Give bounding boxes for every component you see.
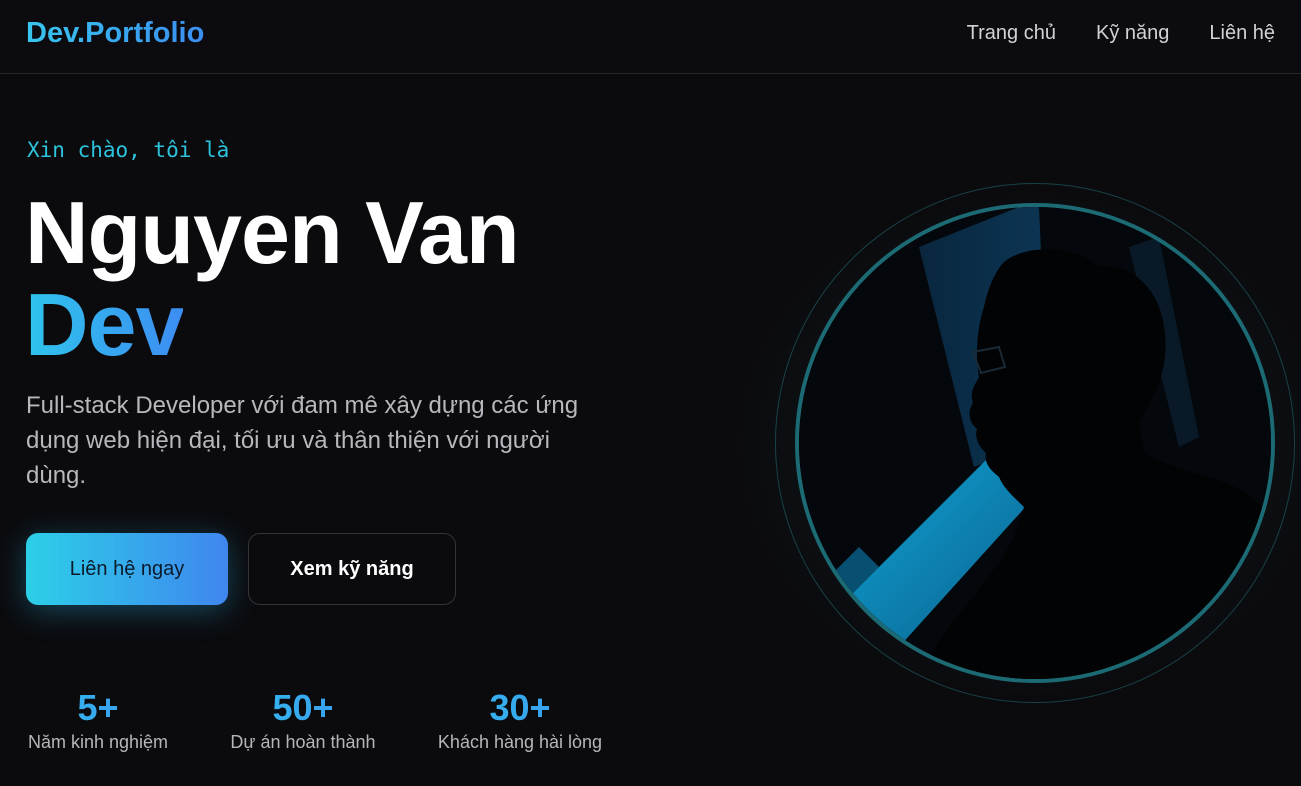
nav-links: Trang chủ Kỹ năng Liên hệ (967, 22, 1275, 45)
stat-experience: 5+ Năm kinh nghiệm (26, 686, 170, 753)
nav-link-skills[interactable]: Kỹ năng (1096, 22, 1169, 45)
stat-label: Khách hàng hài lòng (437, 732, 603, 752)
stat-projects: 50+ Dự án hoàn thành (229, 686, 377, 753)
nav-link-home[interactable]: Trang chủ (967, 22, 1056, 45)
developer-silhouette-icon (799, 207, 1271, 679)
stat-value: 50+ (229, 686, 377, 730)
developer-avatar-image (795, 203, 1275, 683)
hero-description: Full-stack Developer với đam mê xây dựng… (26, 392, 579, 489)
hero-name-highlight: Dev (25, 275, 184, 374)
stat-label: Năm kinh nghiệm (27, 732, 169, 752)
contact-now-button[interactable]: Liên hệ ngay (26, 533, 228, 605)
stat-value: 5+ (26, 686, 170, 730)
hero-name-first: Nguyen Van (25, 183, 520, 282)
navbar: Dev.Portfolio Trang chủ Kỹ năng Liên hệ (0, 0, 1301, 74)
stat-value: 30+ (436, 686, 604, 730)
hero-greeting: Xin chào, tôi là (27, 138, 230, 162)
stat-clients: 30+ Khách hàng hài lòng (436, 686, 604, 753)
nav-link-contact[interactable]: Liên hệ (1209, 22, 1275, 45)
stat-label: Dự án hoàn thành (230, 732, 376, 752)
site-logo[interactable]: Dev.Portfolio (26, 17, 204, 50)
view-skills-button[interactable]: Xem kỹ năng (248, 533, 456, 605)
